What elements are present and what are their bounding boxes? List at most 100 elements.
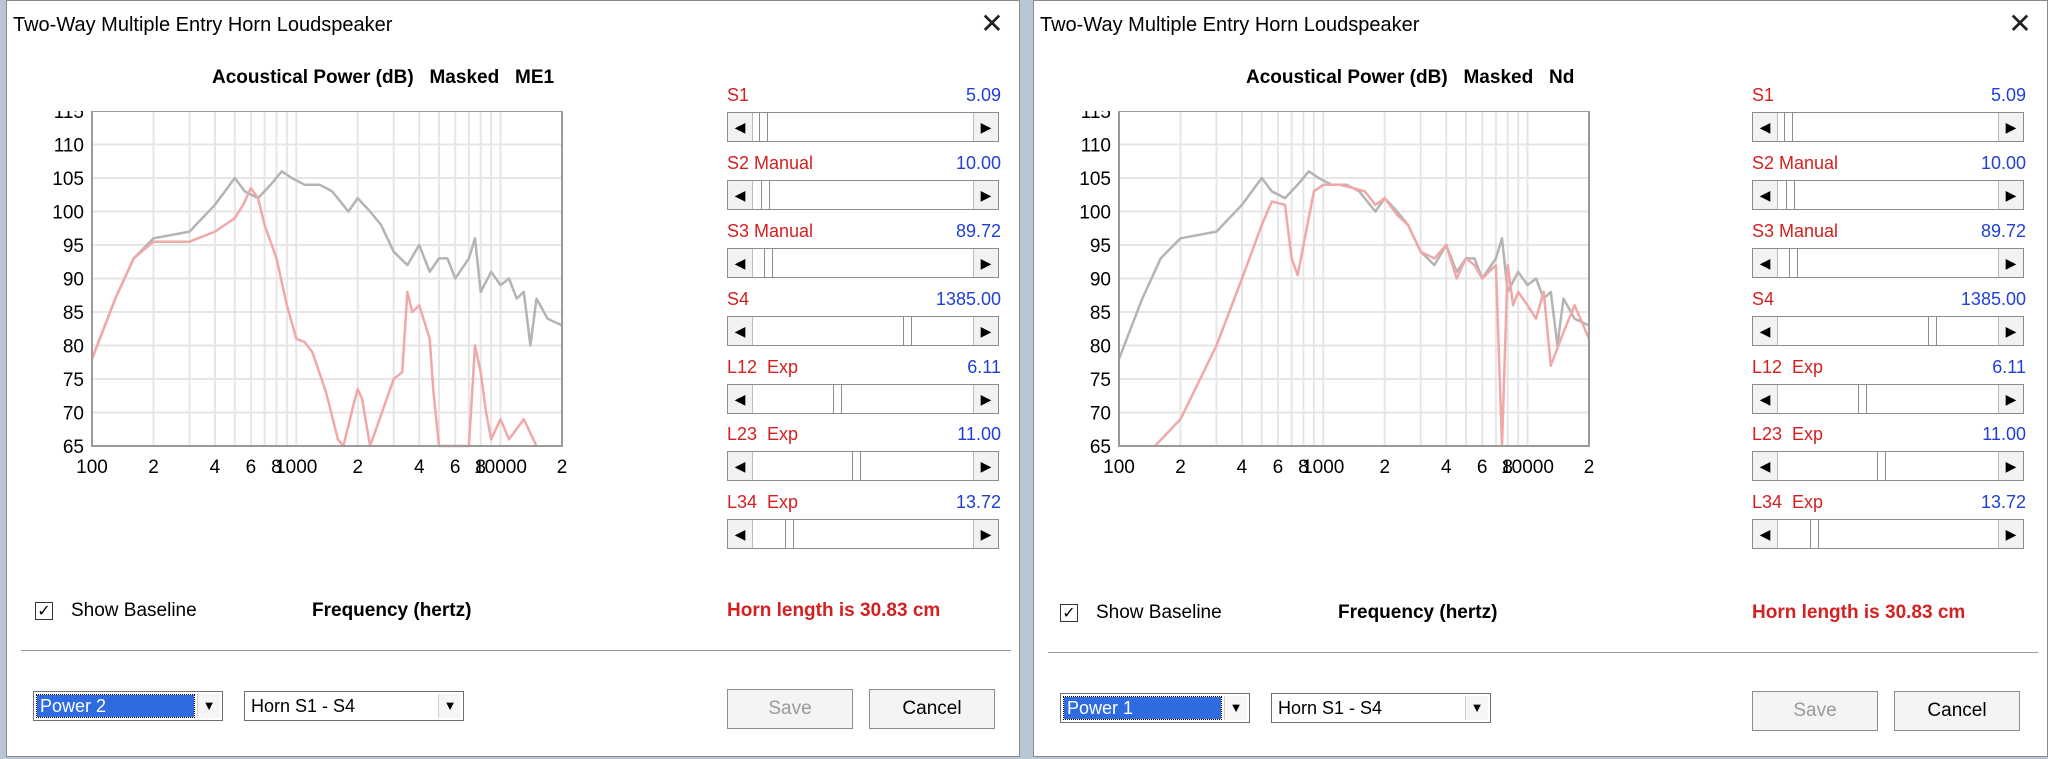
scroll-left-arrow-icon[interactable]: ◀ xyxy=(728,181,753,209)
show-baseline-checkbox[interactable]: ✓ xyxy=(1060,604,1078,622)
slider-thumb[interactable] xyxy=(759,113,769,141)
y-tick-label: 85 xyxy=(63,303,84,324)
close-icon[interactable]: ✕ xyxy=(2003,7,2037,41)
y-tick-label: 95 xyxy=(1090,236,1111,257)
scroll-left-arrow-icon[interactable]: ◀ xyxy=(728,317,753,345)
show-baseline-label[interactable]: Show Baseline xyxy=(1096,602,1222,624)
s3-label: S3 Manual xyxy=(1752,221,1839,241)
x-tick-label: 4 xyxy=(414,457,425,478)
y-tick-label: 65 xyxy=(63,437,84,458)
s3-slider[interactable]: ◀ ▶ xyxy=(727,248,999,278)
scroll-left-arrow-icon[interactable]: ◀ xyxy=(728,113,753,141)
slider-thumb[interactable] xyxy=(1788,249,1798,277)
separator xyxy=(1048,652,2038,653)
l12-slider[interactable]: ◀ ▶ xyxy=(727,384,999,414)
y-tick-label: 90 xyxy=(1090,270,1111,291)
slider-thumb[interactable] xyxy=(1786,181,1796,209)
chevron-down-icon[interactable]: ▼ xyxy=(197,694,220,718)
s4-slider[interactable]: ◀ ▶ xyxy=(1752,316,2024,346)
scroll-right-arrow-icon[interactable]: ▶ xyxy=(1998,113,2023,141)
chevron-down-icon[interactable]: ▼ xyxy=(1465,696,1488,720)
slider-thumb[interactable] xyxy=(902,317,912,345)
save-button[interactable]: Save xyxy=(1752,691,1878,731)
horn-select-value: Horn S1 - S4 xyxy=(251,696,356,716)
slider-thumb[interactable] xyxy=(1858,385,1868,413)
s1-slider[interactable]: ◀ ▶ xyxy=(727,112,999,142)
scroll-right-arrow-icon[interactable]: ▶ xyxy=(1998,385,2023,413)
y-tick-label: 90 xyxy=(63,270,84,291)
y-tick-label: 75 xyxy=(63,370,84,391)
save-button[interactable]: Save xyxy=(727,689,853,729)
l12-label: L12 Exp xyxy=(727,357,799,377)
s3-slider[interactable]: ◀ ▶ xyxy=(1752,248,2024,278)
scroll-right-arrow-icon[interactable]: ▶ xyxy=(1998,249,2023,277)
slider-thumb[interactable] xyxy=(1927,317,1937,345)
y-tick-label: 95 xyxy=(63,236,84,257)
scroll-left-arrow-icon[interactable]: ◀ xyxy=(728,385,753,413)
scroll-left-arrow-icon[interactable]: ◀ xyxy=(1753,113,1778,141)
scroll-left-arrow-icon[interactable]: ◀ xyxy=(1753,317,1778,345)
close-icon[interactable]: ✕ xyxy=(975,7,1009,41)
scroll-left-arrow-icon[interactable]: ◀ xyxy=(1753,520,1778,548)
power-select[interactable]: Power 2 ▼ xyxy=(33,691,223,721)
chevron-down-icon[interactable]: ▼ xyxy=(1224,696,1247,720)
scroll-right-arrow-icon[interactable]: ▶ xyxy=(1998,452,2023,480)
show-baseline-checkbox[interactable]: ✓ xyxy=(35,602,53,620)
scroll-left-arrow-icon[interactable]: ◀ xyxy=(1753,249,1778,277)
scroll-left-arrow-icon[interactable]: ◀ xyxy=(728,520,753,548)
title-bar[interactable]: Two-Way Multiple Entry Horn Loudspeaker … xyxy=(7,1,1019,47)
y-tick-label: 80 xyxy=(63,337,84,358)
scroll-right-arrow-icon[interactable]: ▶ xyxy=(973,113,998,141)
s2-slider[interactable]: ◀ ▶ xyxy=(727,180,999,210)
x-tick-label: 2 xyxy=(557,457,568,478)
slider-thumb[interactable] xyxy=(1877,452,1887,480)
slider-thumb[interactable] xyxy=(852,452,862,480)
s4-slider[interactable]: ◀ ▶ xyxy=(727,316,999,346)
scroll-left-arrow-icon[interactable]: ◀ xyxy=(728,452,753,480)
slider-thumb[interactable] xyxy=(761,181,771,209)
title-bar[interactable]: Two-Way Multiple Entry Horn Loudspeaker … xyxy=(1034,1,2047,47)
slider-thumb[interactable] xyxy=(1809,520,1819,548)
y-tick-label: 115 xyxy=(54,111,84,123)
scroll-right-arrow-icon[interactable]: ▶ xyxy=(1998,181,2023,209)
show-baseline-label[interactable]: Show Baseline xyxy=(71,600,197,622)
l34-slider[interactable]: ◀ ▶ xyxy=(1752,519,2024,549)
horn-select[interactable]: Horn S1 - S4 ▼ xyxy=(1271,693,1491,723)
scroll-left-arrow-icon[interactable]: ◀ xyxy=(1753,452,1778,480)
slider-thumb[interactable] xyxy=(784,520,794,548)
scroll-right-arrow-icon[interactable]: ▶ xyxy=(1998,520,2023,548)
s2-slider[interactable]: ◀ ▶ xyxy=(1752,180,2024,210)
scroll-right-arrow-icon[interactable]: ▶ xyxy=(1998,317,2023,345)
horn-select[interactable]: Horn S1 - S4 ▼ xyxy=(244,691,464,721)
slider-thumb[interactable] xyxy=(763,249,773,277)
slider-thumb[interactable] xyxy=(1784,113,1794,141)
l12-slider[interactable]: ◀ ▶ xyxy=(1752,384,2024,414)
scroll-left-arrow-icon[interactable]: ◀ xyxy=(1753,181,1778,209)
scroll-right-arrow-icon[interactable]: ▶ xyxy=(973,385,998,413)
chevron-down-icon[interactable]: ▼ xyxy=(438,694,461,718)
scroll-right-arrow-icon[interactable]: ▶ xyxy=(973,520,998,548)
y-tick-label: 85 xyxy=(1090,303,1111,324)
slider-thumb[interactable] xyxy=(833,385,843,413)
s1-label: S1 xyxy=(727,85,750,105)
scroll-left-arrow-icon[interactable]: ◀ xyxy=(1753,385,1778,413)
dialog-window-right: Two-Way Multiple Entry Horn Loudspeaker … xyxy=(1033,0,2048,757)
cancel-button[interactable]: Cancel xyxy=(1894,691,2020,731)
scroll-left-arrow-icon[interactable]: ◀ xyxy=(728,249,753,277)
l23-slider[interactable]: ◀ ▶ xyxy=(1752,451,2024,481)
scroll-right-arrow-icon[interactable]: ▶ xyxy=(973,317,998,345)
horn-select-value: Horn S1 - S4 xyxy=(1278,698,1383,718)
l34-label: L34 Exp xyxy=(1752,492,1824,512)
cancel-button[interactable]: Cancel xyxy=(869,689,995,729)
s1-value: 5.09 xyxy=(965,85,1001,105)
x-tick-label: 2 xyxy=(352,457,363,478)
s1-value: 5.09 xyxy=(1990,85,2026,105)
l23-slider[interactable]: ◀ ▶ xyxy=(727,451,999,481)
power-select[interactable]: Power 1 ▼ xyxy=(1060,693,1250,723)
l34-slider[interactable]: ◀ ▶ xyxy=(727,519,999,549)
x-tick-label: 4 xyxy=(1237,457,1248,478)
scroll-right-arrow-icon[interactable]: ▶ xyxy=(973,181,998,209)
scroll-right-arrow-icon[interactable]: ▶ xyxy=(973,452,998,480)
scroll-right-arrow-icon[interactable]: ▶ xyxy=(973,249,998,277)
s1-slider[interactable]: ◀ ▶ xyxy=(1752,112,2024,142)
